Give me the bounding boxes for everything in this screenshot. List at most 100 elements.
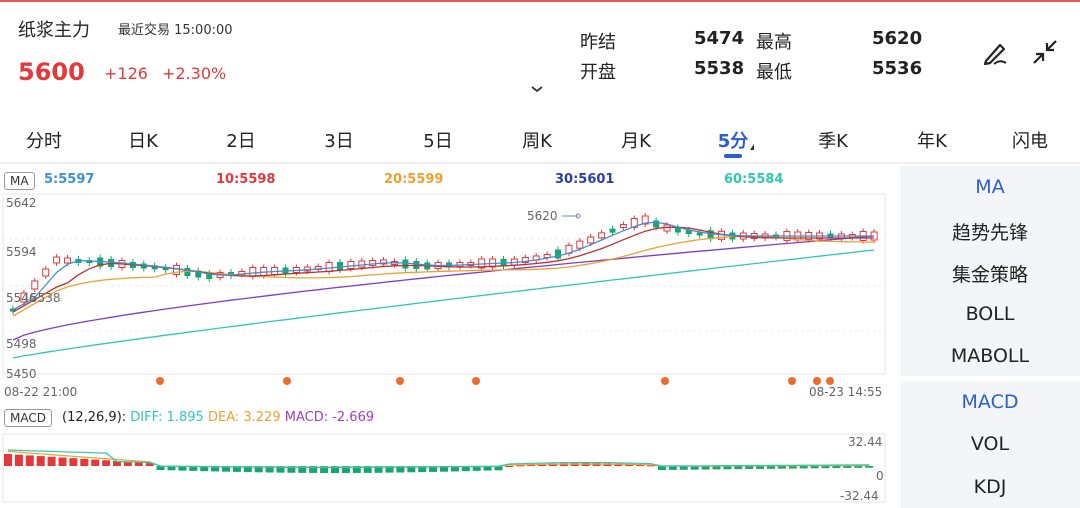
period-tabs: 分时 日K 2日 3日 5日 周K 月K 5分 季K 年K 闪电 [0,118,1080,158]
candle-body [609,228,616,233]
candle-body [619,224,627,228]
prev-settle-label: 昨结 [580,32,616,53]
last-price: 5600 [18,58,85,86]
tab-flash[interactable]: 闪电 [1012,127,1048,153]
high-value: 5620 [872,28,923,49]
macd-bar [865,466,874,468]
macd-bar [832,466,841,469]
event-marker-dot [661,377,669,385]
macd-bar [799,466,808,469]
sidebar-item-gold-strategy[interactable]: 集金策略 [900,260,1080,287]
macd-bar [777,466,786,469]
draw-tool-icon[interactable] [980,37,1010,67]
candle-body [402,259,409,269]
x-label-start: 08-22 21:00 [4,385,77,399]
y-label-mid2: 5538 [30,291,61,305]
y-label-bottom: 5450 [6,367,37,381]
ma20-value: 20:5599 [384,172,444,187]
sidebar-item-boll[interactable]: BOLL [900,303,1080,325]
macd-bar [134,462,143,466]
tab-weekly-k[interactable]: 周K [522,127,552,153]
macd-chart[interactable]: 32.44 0 -32.44 [0,430,890,508]
y-label-mid3: 5498 [6,337,37,351]
macd-bar [810,466,819,469]
low-label: 最低 [756,62,792,83]
macd-bar [47,456,56,466]
event-marker-dot [813,377,821,385]
ma-indicator-badge[interactable]: MA [4,172,35,190]
macd-y-zero: 0 [876,469,884,483]
ma30-value: 30:5601 [555,172,615,187]
divider [0,162,1080,164]
tab-intraday[interactable]: 分时 [26,127,62,153]
sidebar-item-vol[interactable]: VOL [900,433,1080,455]
tab-monthly-k[interactable]: 月K [621,127,651,153]
y-label-mid1: 5594 [6,245,37,259]
macd-bar [102,460,111,466]
event-marker-dot [396,377,404,385]
chevron-down-icon[interactable] [530,84,544,94]
event-marker-dot [788,377,796,385]
open-label: 开盘 [580,62,616,83]
candle-body [42,268,50,277]
macd-bar [36,456,45,466]
macd-y-top: 32.44 [848,435,882,449]
tab-5day[interactable]: 5日 [423,127,452,153]
y-label-top: 5642 [6,196,37,210]
macd-bar [843,466,852,468]
macd-histogram [4,454,874,473]
candle-body [598,232,606,239]
candle-body [653,220,660,228]
tab-quarterly-k[interactable]: 季K [818,127,848,153]
macd-bar [80,458,89,466]
event-marker-dot [283,377,291,385]
collapse-icon[interactable] [1030,37,1060,67]
tab-daily-k[interactable]: 日K [128,127,158,153]
low-value: 5536 [872,58,923,79]
sidebar-item-macd[interactable]: MACD [900,391,1080,413]
ma30-line [12,235,875,341]
high-label: 最高 [756,32,792,53]
candle-body [337,262,343,270]
macd-bar [14,454,23,466]
macd-y-bottom: -32.44 [840,489,879,503]
macd-bar [69,458,78,466]
high-marker-label: 5620 [527,209,558,223]
macd-diff: DIFF: 1.895 [130,410,204,425]
macd-macd: MACD: -2.669 [284,410,375,425]
sidebar-item-kdj[interactable]: KDJ [900,476,1080,498]
kline-frame [2,193,886,375]
x-label-end: 08-23 14:55 [809,385,882,399]
kline-chart[interactable]: 5620 5642 5594 5546 5538 5498 5450 08-22… [0,190,890,400]
prev-settle-value: 5474 [694,28,745,49]
candle-body [31,280,39,290]
ma10-line [12,226,875,313]
candle-body [358,260,366,268]
price-change-pct: +2.30% [162,64,227,83]
active-tab-underline [724,154,742,158]
macd-bar [91,459,100,466]
tab-2day[interactable]: 2日 [226,127,255,153]
macd-dea: DEA: 3.229 [207,410,281,425]
tab-3day[interactable]: 3日 [324,127,353,153]
candle-body [555,249,561,259]
tab-dropdown-caret-icon[interactable] [750,144,754,150]
sidebar-item-trend-pioneer[interactable]: 趋势先锋 [900,218,1080,245]
candle-body [53,256,61,264]
candle-body [249,267,257,277]
ma5-value: 5:5597 [44,172,95,187]
candle-body [347,261,355,269]
ma60-value: 60:5584 [724,172,784,187]
macd-indicator-badge[interactable]: MACD [4,409,52,427]
candle-body [576,240,584,249]
sidebar-item-ma[interactable]: MA [900,176,1080,198]
sidebar-item-maboll[interactable]: MABOLL [900,345,1080,367]
price-change: +126 [104,64,148,83]
macd-bar [505,466,514,467]
macd-bar [516,465,525,467]
event-marker-dot [156,377,164,385]
macd-bar [58,457,67,466]
tab-yearly-k[interactable]: 年K [917,127,947,153]
candle-body [64,257,71,264]
tab-5min[interactable]: 5分 [718,127,749,153]
